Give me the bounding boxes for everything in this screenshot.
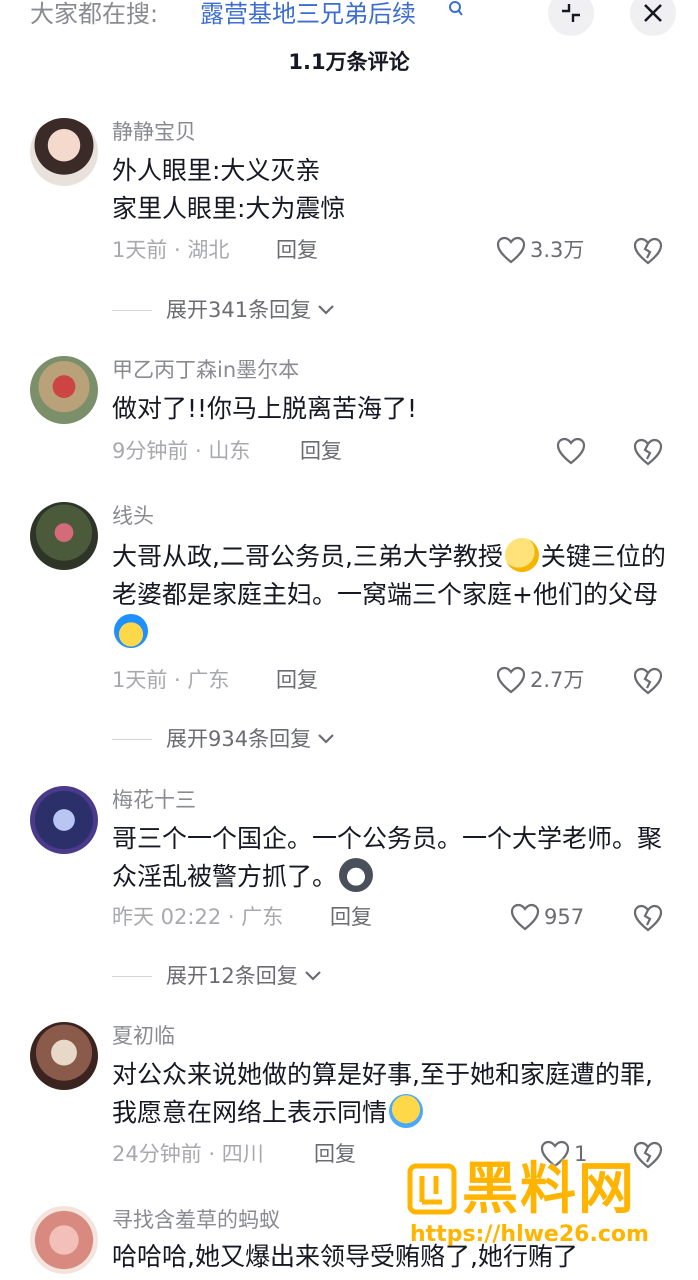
- comment-time-location: 9分钟前 · 山东: [112, 439, 251, 463]
- expand-replies-label: 展开12条回复: [166, 964, 298, 988]
- comment-text-segment: 大哥从政,二哥公务员,三弟大学教授: [112, 542, 503, 571]
- reply-button[interactable]: 回复: [276, 236, 318, 264]
- chevron-down-icon: [318, 734, 334, 744]
- comment-time-location: 昨天 02:22 · 广东: [112, 905, 284, 929]
- dislike-icon[interactable]: [632, 666, 664, 696]
- expand-replies-button[interactable]: 展开12条回复: [112, 962, 322, 990]
- avatar[interactable]: [30, 1206, 98, 1274]
- comment-text-segment: 对公众来说她做的算是好事,至于她和家庭遭的罪,我愿意在网络上表示同情: [112, 1060, 653, 1127]
- expand-replies-button[interactable]: 展开341条回复: [112, 296, 335, 324]
- close-icon: [644, 4, 662, 22]
- comment-text: 做对了!!你马上脱离苦海了!: [112, 394, 418, 423]
- like-button[interactable]: 957: [510, 903, 584, 931]
- collapse-icon: [562, 4, 580, 22]
- heart-icon: [556, 437, 586, 465]
- comment-username[interactable]: 静静宝贝: [112, 118, 196, 146]
- search-icon[interactable]: [448, 0, 464, 18]
- surprised-emoji-icon: [114, 614, 148, 648]
- divider: [112, 738, 152, 740]
- comment-text: 哥三个一个国企。一个公务员。一个大学老师。聚众淫乱被警方抓了。: [112, 820, 672, 896]
- top-bar: 大家都在搜: 露营基地三兄弟后续: [0, 0, 698, 44]
- comment-text: 对公众来说她做的算是好事,至于她和家庭遭的罪,我愿意在网络上表示同情: [112, 1056, 672, 1132]
- dislike-icon[interactable]: [632, 903, 664, 933]
- expand-replies-label: 展开341条回复: [166, 298, 312, 322]
- reply-button[interactable]: 回复: [314, 1140, 356, 1168]
- reply-button[interactable]: 回复: [330, 903, 372, 931]
- avatar[interactable]: [30, 118, 98, 186]
- divider: [112, 975, 152, 977]
- like-button[interactable]: 2.7万: [496, 666, 584, 694]
- expand-replies-label: 展开934条回复: [166, 727, 312, 751]
- dislike-icon[interactable]: [632, 437, 664, 467]
- comment-time-location: 1天前 · 广东: [112, 668, 230, 692]
- comment-text-line: 家里人眼里:大为震惊: [112, 194, 346, 223]
- avatar[interactable]: [30, 502, 98, 570]
- reply-button[interactable]: 回复: [276, 666, 318, 694]
- reply-button[interactable]: 回复: [300, 437, 342, 465]
- heart-icon: [496, 236, 526, 264]
- comment-username[interactable]: 寻找含羞草的蚂蚁: [112, 1206, 280, 1234]
- heart-icon: [496, 666, 526, 694]
- avatar[interactable]: [30, 356, 98, 424]
- like-count: 3.3万: [530, 238, 585, 262]
- comment-text-segment: 哥三个一个国企。一个公务员。一个大学老师。聚众淫乱被警方抓了。: [112, 824, 663, 891]
- comment-time-location: 1天前 · 湖北: [112, 238, 230, 262]
- close-button[interactable]: [630, 0, 676, 36]
- dislike-icon[interactable]: [632, 236, 664, 266]
- search-suggestion-link[interactable]: 露营基地三兄弟后续: [200, 0, 416, 28]
- husky-emoji-icon: [339, 858, 374, 892]
- expand-replies-button[interactable]: 展开934条回复: [112, 725, 335, 753]
- avatar[interactable]: [30, 1022, 98, 1090]
- collapse-button[interactable]: [548, 0, 594, 36]
- laughing-crying-emoji-icon: [389, 1094, 424, 1128]
- watermark-logo-icon: [407, 1163, 457, 1215]
- thinking-emoji-icon: [504, 538, 539, 572]
- like-count: 957: [544, 905, 585, 929]
- chevron-down-icon: [318, 305, 334, 315]
- comment-time-location: 24分钟前 · 四川: [112, 1142, 264, 1166]
- avatar[interactable]: [30, 786, 98, 854]
- watermark-url: https://hlwe26.com: [410, 1222, 649, 1247]
- heart-icon: [510, 903, 540, 931]
- like-count: 2.7万: [530, 668, 585, 692]
- divider: [112, 309, 152, 311]
- comment-username[interactable]: 梅花十三: [112, 786, 196, 814]
- search-prefix: 大家都在搜:: [30, 0, 159, 28]
- comment-username[interactable]: 线头: [112, 502, 154, 530]
- like-button[interactable]: [556, 437, 586, 465]
- comment-text: 外人眼里:大义灭亲 家里人眼里:大为震惊: [112, 152, 672, 228]
- comment-username[interactable]: 甲乙丙丁森in墨尔本: [112, 356, 299, 384]
- watermark-title: 黑料网: [462, 1157, 636, 1222]
- comment-username[interactable]: 夏初临: [112, 1022, 175, 1050]
- comment-text: 大哥从政,二哥公务员,三弟大学教授 关键三位的老婆都是家庭主妇。一窝端三个家庭+他…: [112, 538, 672, 652]
- comment-count: 1.1万条评论: [288, 50, 410, 74]
- like-button[interactable]: 3.3万: [496, 236, 584, 264]
- watermark: 黑料网 https://hlwe26.com: [404, 1158, 694, 1280]
- chevron-down-icon: [304, 971, 321, 981]
- comment-text-line: 外人眼里:大义灭亲: [112, 156, 321, 185]
